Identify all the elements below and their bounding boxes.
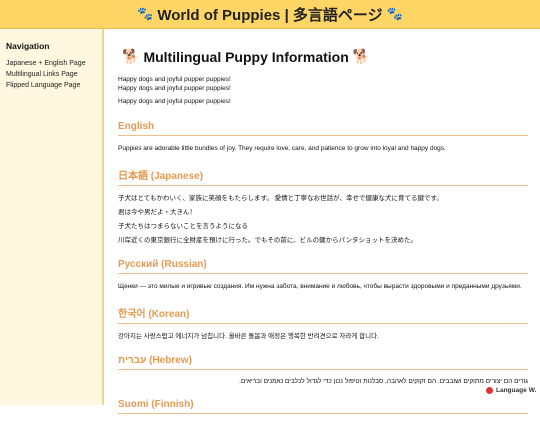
english-text: Puppies are adorable little bundles of j… (118, 144, 446, 152)
main-content: 🐕 Multilingual Puppy Information 🐕 Happy… (118, 48, 528, 422)
korean-text: 강아지는 사랑스럽고 에너지가 넘칩니다. 올바른 돌봄과 애정은 행복한 반려… (118, 332, 379, 340)
language-badge-label: Language (496, 387, 527, 394)
hebrew-text: גורים הם יצורים מתוקים ושובבים. הם זקוקי… (239, 377, 528, 385)
sidebar-link-multilingual[interactable]: Multilingual Links Page (6, 69, 96, 80)
dog-icon: 🐕 (352, 48, 371, 64)
japanese-line: 川岸近くの東京銀行に全財産を預けに行った。でもその前に、ビルの鍵からパンタショッ… (118, 236, 417, 244)
intro-line: Happy dogs and joyful pupper puppies! (118, 76, 231, 83)
section-heading-english: English (118, 121, 528, 136)
japanese-line: 子犬たちはつまらないことを言うようになる (118, 222, 248, 230)
dog-icon: 🐕 (122, 48, 140, 64)
sidebar-link-flipped[interactable]: Flipped Language Page (6, 80, 96, 91)
header-title: World of Puppies | 多言語ページ (157, 6, 383, 24)
globe-icon (486, 387, 493, 394)
paw-icon: 🐾 (137, 6, 154, 21)
sidebar: Navigation Japanese + English Page Multi… (0, 29, 104, 405)
intro: Happy dogs and joyful pupper puppies! Ha… (118, 76, 528, 107)
sidebar-heading: Navigation (6, 41, 50, 51)
paw-icon: 🐾 (386, 6, 403, 21)
sidebar-link-japanese-english[interactable]: Japanese + English Page (6, 58, 96, 69)
section-heading-hebrew: עברית (Hebrew) (118, 355, 528, 370)
page-title: 🐕 Multilingual Puppy Information 🐕 (118, 48, 528, 65)
intro-line: Happy dogs and joyful pupper puppies! (118, 84, 231, 92)
section-heading-japanese: 日本語 (Japanese) (118, 167, 528, 186)
page-header: 🐾 World of Puppies | 多言語ページ 🐾 (0, 0, 540, 29)
page-title-text: Multilingual Puppy Information (143, 48, 349, 65)
intro-line: Happy dogs and joyful pupper puppies! (118, 98, 231, 105)
japanese-text: 子犬はとてもかわいく、家族に笑顔をもたらします。 愛情と丁寧なお世話が、幸せで健… (118, 194, 528, 245)
russian-text: Щенки — это милые и игривые создания. Им… (118, 282, 522, 290)
section-heading-korean: 한국어 (Korean) (118, 305, 528, 324)
language-badge-suffix: W. (528, 387, 537, 394)
japanese-line: 子犬はとてもかわいく、家族に笑顔をもたらします。 愛情と丁寧なお世話が、幸せで健… (118, 194, 443, 202)
japanese-line: 君は今や男だよ・大きん！ (118, 208, 196, 216)
language-badge[interactable]: Language W. (486, 387, 536, 394)
section-heading-finnish: Suomi (Finnish) (118, 399, 528, 414)
section-heading-russian: Русский (Russian) (118, 259, 528, 274)
